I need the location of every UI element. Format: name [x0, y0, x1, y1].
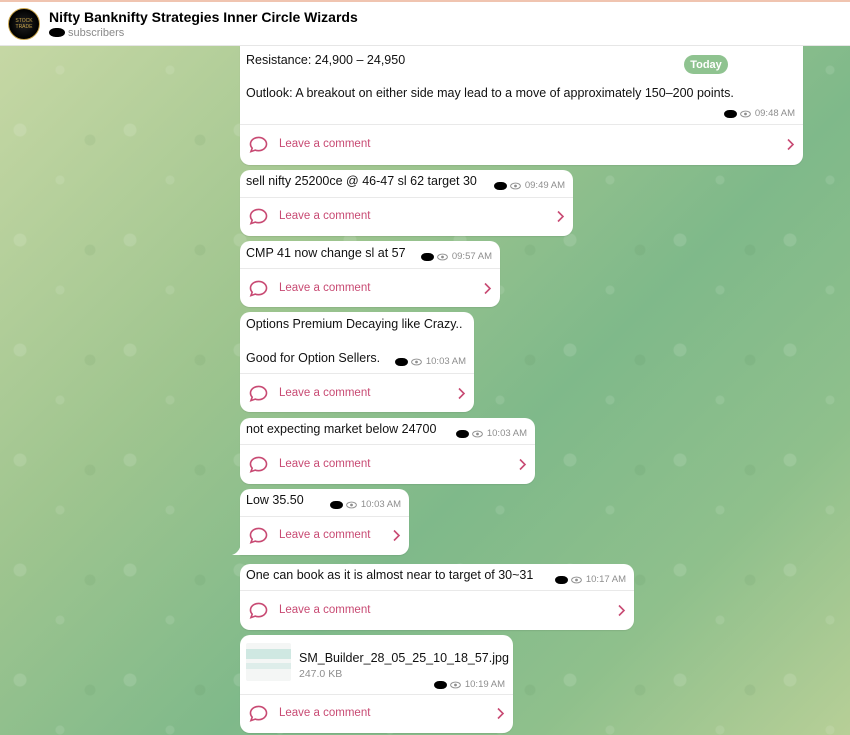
chevron-right-icon: [393, 529, 401, 541]
message-meta: 10:17 AM: [554, 574, 626, 585]
channel-info[interactable]: Nifty Banknifty Strategies Inner Circle …: [49, 9, 358, 39]
message-text: Good for Option Sellers.: [246, 351, 381, 365]
message-text: Low 35.50: [246, 493, 304, 507]
file-thumbnail[interactable]: [246, 643, 291, 681]
leave-comment-label: Leave a comment: [279, 210, 371, 222]
leave-comment-button[interactable]: Leave a comment: [240, 591, 634, 629]
chevron-right-icon: [618, 604, 626, 616]
message-meta: 10:19 AM: [433, 679, 505, 690]
message-time: 09:57 AM: [451, 251, 492, 262]
message-text: Options Premium Decaying like Crazy..: [246, 317, 463, 331]
message-meta: 09:48 AM: [723, 108, 795, 119]
message-meta: 10:03 AM: [329, 499, 401, 510]
message-time: 09:49 AM: [524, 180, 565, 191]
message-time: 10:03 AM: [360, 499, 401, 510]
message-time: 10:03 AM: [486, 428, 527, 439]
redacted-views: [329, 500, 343, 509]
comment-bubble-icon: [249, 527, 268, 544]
message-meta: 09:49 AM: [493, 180, 565, 191]
message-time: 09:48 AM: [754, 108, 795, 119]
eye-icon: [437, 253, 448, 260]
message-text: One can book as it is almost near to tar…: [246, 568, 534, 582]
leave-comment-label: Leave a comment: [279, 707, 371, 719]
comment-bubble-icon: [249, 705, 268, 722]
eye-icon: [411, 358, 422, 365]
eye-icon: [571, 576, 582, 583]
channel-header[interactable]: STOCK TRADE Nifty Banknifty Strategies I…: [0, 2, 850, 46]
message-text: sell nifty 25200ce @ 46-47 sl 62 target …: [246, 174, 477, 188]
message-time: 10:17 AM: [585, 574, 626, 585]
channel-avatar[interactable]: STOCK TRADE: [8, 7, 40, 40]
redacted-views: [554, 575, 568, 584]
leave-comment-label: Leave a comment: [279, 458, 371, 470]
eye-icon: [740, 110, 751, 117]
message-bubble[interactable]: One can book as it is almost near to tar…: [240, 564, 634, 630]
chevron-right-icon: [787, 138, 795, 150]
chevron-right-icon: [484, 282, 492, 294]
message-bubble[interactable]: Low 35.50 10:03 AM Leave a comment: [240, 489, 409, 555]
message-meta: 09:57 AM: [420, 251, 492, 262]
channel-title: Nifty Banknifty Strategies Inner Circle …: [49, 8, 358, 25]
leave-comment-label: Leave a comment: [279, 387, 371, 399]
leave-comment-button[interactable]: Leave a comment: [240, 694, 513, 732]
leave-comment-label: Leave a comment: [279, 282, 371, 294]
redacted-views: [723, 109, 737, 118]
message-text: Outlook: A breakout on either side may l…: [246, 86, 734, 100]
leave-comment-label: Leave a comment: [279, 138, 371, 150]
comment-bubble-icon: [249, 208, 268, 225]
redacted-views: [433, 680, 447, 689]
eye-icon: [510, 182, 521, 189]
eye-icon: [472, 430, 483, 437]
comment-bubble-icon: [249, 456, 268, 473]
avatar-logo-text: STOCK TRADE: [15, 17, 33, 30]
file-name[interactable]: SM_Builder_28_05_25_10_18_57.jpg: [299, 651, 509, 665]
eye-icon: [346, 501, 357, 508]
redacted-views: [455, 429, 469, 438]
message-meta: 10:03 AM: [455, 428, 527, 439]
redacted-views: [394, 357, 408, 366]
leave-comment-button[interactable]: Leave a comment: [240, 516, 409, 554]
comment-bubble-icon: [249, 602, 268, 619]
leave-comment-label: Leave a comment: [279, 604, 371, 616]
file-message-bubble[interactable]: SM_Builder_28_05_25_10_18_57.jpg 247.0 K…: [240, 635, 513, 733]
comment-bubble-icon: [249, 136, 268, 153]
message-meta: 10:03 AM: [394, 356, 466, 367]
message-bubble[interactable]: sell nifty 25200ce @ 46-47 sl 62 target …: [240, 170, 573, 236]
comment-bubble-icon: [249, 385, 268, 402]
leave-comment-button[interactable]: Leave a comment: [240, 197, 573, 235]
redacted-count: [49, 28, 65, 37]
redacted-views: [493, 181, 507, 190]
chevron-right-icon: [497, 707, 505, 719]
leave-comment-button[interactable]: Leave a comment: [240, 374, 474, 412]
message-text: CMP 41 now change sl at 57: [246, 246, 406, 260]
comment-bubble-icon: [249, 280, 268, 297]
chevron-right-icon: [557, 210, 565, 222]
redacted-views: [420, 252, 434, 261]
message-bubble[interactable]: Options Premium Decaying like Crazy.. Go…: [240, 312, 474, 412]
leave-comment-button[interactable]: Leave a comment: [240, 445, 535, 483]
chevron-right-icon: [519, 458, 527, 470]
eye-icon: [450, 681, 461, 688]
subscriber-count: subscribers: [49, 27, 358, 39]
leave-comment-label: Leave a comment: [279, 529, 371, 541]
message-text: not expecting market below 24700: [246, 422, 437, 436]
message-bubble[interactable]: not expecting market below 24700 10:03 A…: [240, 418, 535, 484]
message-time: 10:19 AM: [464, 679, 505, 690]
message-time: 10:03 AM: [425, 356, 466, 367]
message-text: Resistance: 24,900 – 24,950: [246, 53, 406, 67]
chevron-right-icon: [458, 387, 466, 399]
subscribers-label: subscribers: [68, 26, 125, 39]
message-bubble[interactable]: CMP 41 now change sl at 57 09:57 AM Leav…: [240, 241, 500, 307]
file-size: 247.0 KB: [299, 668, 343, 680]
date-badge: Today: [684, 55, 728, 74]
leave-comment-button[interactable]: Leave a comment: [240, 125, 803, 163]
leave-comment-button[interactable]: Leave a comment: [240, 269, 500, 307]
